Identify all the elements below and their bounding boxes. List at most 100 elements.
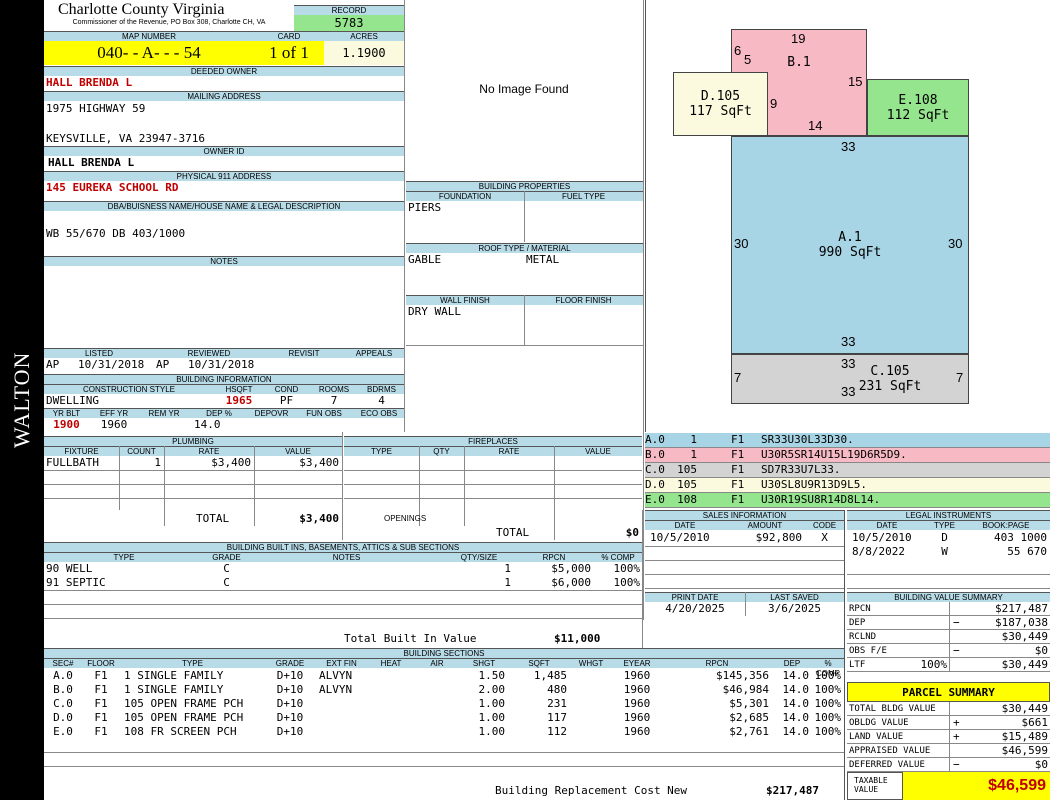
parcel-summary-value: $30,449 (1001, 702, 1048, 715)
physical-address-label: PHYSICAL 911 ADDRESS (44, 171, 404, 181)
legend-code: U30R19SU8R14D8L14. (761, 493, 881, 506)
acres-label: ACRES (324, 31, 404, 41)
section-cell: 117 (547, 711, 567, 724)
hsqft-value: 1965 (225, 394, 253, 407)
value-summary-label: RPCN (849, 604, 871, 614)
cond-label: COND (264, 384, 309, 394)
legend-code: SR33U30L33D30. (761, 433, 854, 446)
dim-33-c: 33 (841, 356, 856, 371)
fun-obs-label: FUN OBS (294, 408, 354, 418)
plumbing-title: PLUMBING (44, 436, 342, 446)
value-summary-label: RCLND (849, 632, 877, 642)
section-cell: F1 (94, 683, 108, 696)
legal-header-date: DATE (847, 520, 927, 530)
mailing-address-label: MAILING ADDRESS (44, 91, 404, 101)
owner-id-label: OWNER ID (44, 146, 404, 156)
hsqft-label: HSQFT (214, 384, 264, 394)
section-cell: D+10 (276, 725, 304, 738)
legend-floor: F1 (731, 463, 745, 476)
sketch-legend-row: D.0 105 F1 U30SL8U9R13D9L5. (645, 478, 1050, 493)
parcel-summary-value: $0 (1034, 758, 1048, 771)
plumbing-total: $3,400 (299, 512, 339, 525)
eff-yr-label: EFF YR (89, 408, 139, 418)
legend-floor: F1 (731, 478, 745, 491)
roof-label: ROOF TYPE / MATERIAL (406, 243, 643, 253)
sales-header-code: CODE (805, 520, 844, 530)
bdrms-label: BDRMS (359, 384, 404, 394)
section-cell: 14.0 (782, 725, 810, 738)
section-cell: 1.00 (478, 697, 506, 710)
dim-9: 9 (770, 96, 778, 111)
section-cell: 1960 (623, 683, 651, 696)
sketch-e108-id: E.108 (898, 92, 938, 108)
yr-blt-label: YR BLT (44, 408, 89, 418)
print-date: 4/20/2025 (665, 602, 725, 615)
value-summary-value: $217,487 (995, 602, 1048, 615)
fireplace-header-rate: RATE (464, 446, 554, 456)
legal-header-type: TYPE (927, 520, 962, 530)
parcel-summary-label: OBLDG VALUE (849, 718, 909, 728)
section-cell: $2,685 (729, 711, 769, 724)
section-cell: B.0 (53, 683, 73, 696)
section-cell: 100% (814, 697, 842, 710)
sections-header-cell: FLOOR (82, 658, 120, 668)
openings-label: OPENINGS (384, 514, 427, 523)
record-number: 5783 (294, 15, 404, 31)
section-cell: ALVYN (319, 683, 353, 696)
dim-14: 14 (808, 118, 823, 133)
section-cell: F1 (94, 697, 108, 710)
map-number-label: MAP NUMBER (44, 31, 254, 41)
sketch-d105-sqft: 117 SqFt (689, 104, 752, 119)
section-cell: A.0 (53, 669, 73, 682)
building-value-summary-title: BUILDING VALUE SUMMARY (847, 592, 1050, 602)
legend-floor: F1 (731, 433, 745, 446)
sections-header-cell: SHGT (460, 658, 508, 668)
mailing-address-line1: 1975 HIGHWAY 59 (46, 102, 146, 115)
parcel-summary-value: $661 (1021, 716, 1049, 729)
sketch-c105-id: C.105 (870, 364, 910, 379)
roof-type: GABLE (408, 253, 442, 266)
sale-amount: $92,800 (755, 531, 802, 544)
print-date-label: PRINT DATE (645, 592, 745, 602)
last-saved: 3/6/2025 (768, 602, 821, 615)
notes-label: NOTES (44, 256, 404, 266)
builtins-cell: 1 (504, 576, 511, 589)
section-cell: 2.00 (478, 683, 506, 696)
fireplace-header-qty: QTY (419, 446, 464, 456)
physical-address: 145 EUREKA SCHOOL RD (46, 181, 179, 194)
legal-type: W (941, 545, 948, 558)
legal-date: 8/8/2022 (852, 545, 905, 558)
legend-sec: B.0 (645, 448, 665, 461)
sections-header-cell: AIR (414, 658, 460, 668)
sketch-a1-sqft: 990 SqFt (818, 245, 882, 260)
legal-date: 10/5/2010 (852, 531, 912, 544)
builtins-cell: 100% (613, 562, 641, 575)
section-cell: F1 (94, 725, 108, 738)
floor-finish-label: FLOOR FINISH (524, 295, 643, 305)
section-cell: 108 FR SCREEN PCH (124, 725, 237, 738)
dim-5: 5 (744, 52, 752, 67)
sketch-e108-sqft: 112 SqFt (886, 107, 950, 123)
legend-code: SD7R33U7L33. (761, 463, 841, 476)
sketch-legend-row: C.0 105 F1 SD7R33U7L33. (645, 463, 1050, 478)
dba-legal-label: DBA/BUISNESS NAME/HOUSE NAME & LEGAL DES… (44, 201, 404, 211)
assessment-card: Charlotte County Virginia Commissioner o… (44, 0, 1050, 800)
owner-id: HALL BRENDA L (48, 156, 135, 169)
section-cell: E.0 (53, 725, 73, 738)
legend-floor: F1 (731, 448, 745, 461)
reviewed-date: 10/31/2018 (188, 358, 255, 371)
section-cell: D+10 (276, 697, 304, 710)
sections-header-cell: DEP (772, 658, 812, 668)
value-summary-label: OBS F/E (849, 646, 887, 656)
sections-title: BUILDING SECTIONS (44, 648, 844, 658)
legend-sec: C.0 (645, 463, 665, 476)
rooms-value: 7 (330, 394, 338, 407)
value-summary-value: $30,449 (1001, 630, 1048, 643)
building-information-title: BUILDING INFORMATION (44, 374, 404, 384)
legend-area: 1 (690, 448, 697, 461)
plumbing-total-label: TOTAL (196, 512, 230, 525)
section-cell: $145,356 (716, 669, 769, 682)
parcel-summary-title: PARCEL SUMMARY (847, 682, 1050, 702)
legend-area: 105 (677, 463, 697, 476)
sales-title: SALES INFORMATION (645, 510, 844, 520)
